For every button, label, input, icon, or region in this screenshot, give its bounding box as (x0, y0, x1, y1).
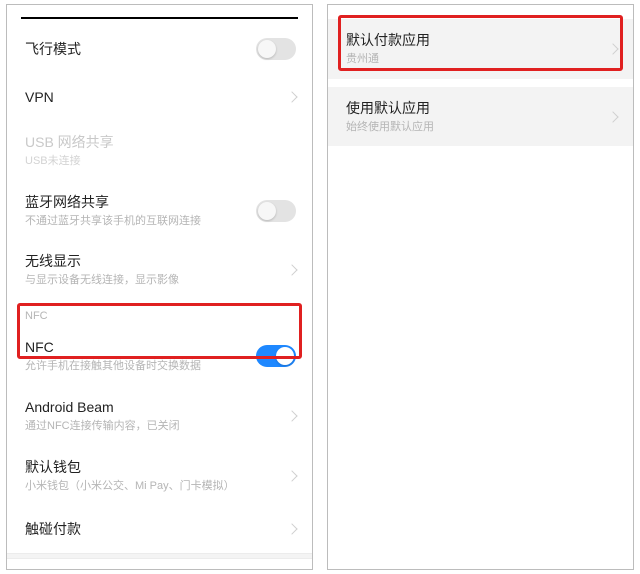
row-title: 默认付款应用 (346, 31, 601, 50)
chevron-right-icon (286, 470, 297, 481)
row-default-wallet[interactable]: 默认钱包 小米钱包（小米公交、Mi Pay、门卡模拟） (7, 446, 312, 506)
row-airplane-mode[interactable]: 飞行模式 (7, 25, 312, 73)
section-header-nfc: NFC (7, 300, 312, 326)
toggle-bt-tether[interactable] (256, 200, 296, 222)
toggle-nfc[interactable] (256, 345, 296, 367)
row-subtitle: 始终使用默认应用 (346, 120, 601, 135)
row-title: 无线显示 (25, 252, 280, 271)
row-title: 蓝牙网络共享 (25, 193, 248, 212)
row-title: 触碰付款 (25, 520, 280, 539)
row-tap-to-pay[interactable]: 触碰付款 (7, 505, 312, 553)
row-vpn[interactable]: VPN (7, 73, 312, 121)
row-title: Android Beam (25, 398, 280, 417)
row-use-default-app[interactable]: 使用默认应用 始终使用默认应用 (328, 87, 633, 147)
row-subtitle: 与显示设备无线连接，显示影像 (25, 273, 280, 288)
row-subtitle: USB未连接 (25, 154, 296, 169)
toggle-airplane[interactable] (256, 38, 296, 60)
row-title: VPN (25, 88, 280, 107)
row-title: USB 网络共享 (25, 133, 296, 152)
row-subtitle: 允许手机在接触其他设备时交换数据 (25, 359, 248, 374)
row-usb-tethering: USB 网络共享 USB未连接 (7, 121, 312, 181)
row-subtitle: 不通过蓝牙共享该手机的互联网连接 (25, 214, 248, 229)
left-screen: 飞行模式 VPN USB 网络共享 USB未连接 蓝牙网络共享 不通过蓝牙共享该… (6, 4, 313, 570)
row-subtitle: 小米钱包（小米公交、Mi Pay、门卡模拟） (25, 479, 280, 494)
chevron-right-icon (286, 265, 297, 276)
row-title: NFC (25, 338, 248, 357)
row-bluetooth-tethering[interactable]: 蓝牙网络共享 不通过蓝牙共享该手机的互联网连接 (7, 181, 312, 241)
row-title: 飞行模式 (25, 40, 248, 59)
row-default-payment-app[interactable]: 默认付款应用 贵州通 (328, 19, 633, 79)
row-wireless-display[interactable]: 无线显示 与显示设备无线连接，显示影像 (7, 240, 312, 300)
row-subtitle: 贵州通 (346, 52, 601, 67)
chevron-right-icon (286, 91, 297, 102)
chevron-right-icon (286, 524, 297, 535)
payment-settings-list: 默认付款应用 贵州通 使用默认应用 始终使用默认应用 (328, 5, 633, 146)
status-bar (21, 17, 298, 19)
row-subtitle: 通过NFC连接传输内容，已关闭 (25, 419, 280, 434)
row-reset-network[interactable]: 重置 WLAN、移动数据网络和蓝牙设置 (7, 559, 312, 570)
chevron-right-icon (607, 111, 618, 122)
chevron-right-icon (607, 43, 618, 54)
right-screen: 默认付款应用 贵州通 使用默认应用 始终使用默认应用 (327, 4, 634, 570)
row-nfc[interactable]: NFC 允许手机在接触其他设备时交换数据 (7, 326, 312, 386)
row-title: 使用默认应用 (346, 99, 601, 118)
row-android-beam[interactable]: Android Beam 通过NFC连接传输内容，已关闭 (7, 386, 312, 446)
settings-list: 飞行模式 VPN USB 网络共享 USB未连接 蓝牙网络共享 不通过蓝牙共享该… (7, 25, 312, 570)
row-title: 默认钱包 (25, 458, 280, 477)
chevron-right-icon (286, 410, 297, 421)
